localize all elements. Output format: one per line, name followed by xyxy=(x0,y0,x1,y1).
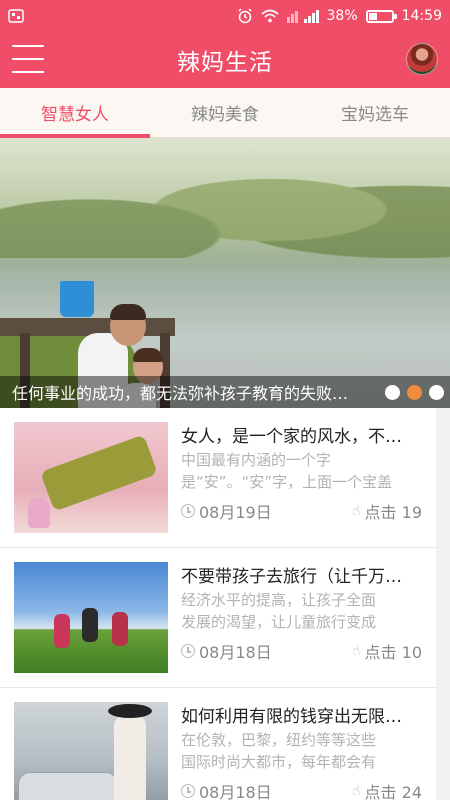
article-item[interactable]: 女人，是一个家的风水，不… 中国最有内涵的一个字 是“安”。“安”字，上面一个宝… xyxy=(0,408,436,548)
tab-smart-woman[interactable]: 智慧女人 xyxy=(0,88,150,138)
article-list: 女人，是一个家的风水，不… 中国最有内涵的一个字 是“安”。“安”字，上面一个宝… xyxy=(0,408,450,800)
battery-fill xyxy=(368,12,377,20)
tab-mom-food[interactable]: 辣妈美食 xyxy=(150,88,300,137)
menu-icon[interactable] xyxy=(12,45,44,73)
carousel-dots xyxy=(385,385,444,400)
article-date: 08月19日 xyxy=(181,499,272,523)
clock-time: 14:59 xyxy=(401,8,442,24)
clock-icon xyxy=(181,784,195,798)
article-thumbnail xyxy=(14,422,168,533)
banner-carousel[interactable]: 任何事业的成功，都无法弥补孩子教育的失败… xyxy=(0,138,450,408)
hand-pointer-icon: ☝ xyxy=(352,503,361,519)
article-clicks: ☝ 点击 24 xyxy=(352,783,422,800)
carousel-dot[interactable] xyxy=(385,385,400,400)
screenshot-icon xyxy=(8,9,24,23)
clock-icon xyxy=(181,644,195,658)
hand-pointer-icon: ☝ xyxy=(352,643,361,659)
battery-icon xyxy=(365,9,397,23)
article-item[interactable]: 不要带孩子去旅行（让千万… 经济水平的提高，让孩子全面 发展的渴望，让儿童旅行变… xyxy=(0,548,436,688)
article-item[interactable]: 如何利用有限的钱穿出无限… 在伦敦，巴黎，纽约等等这些 国际时尚大都市，每年都会… xyxy=(0,688,436,800)
article-title: 女人，是一个家的风水，不… xyxy=(181,427,402,447)
article-summary: 中国最有内涵的一个字 是“安”。“安”字，上面一个宝盖 xyxy=(181,451,393,491)
status-bar: 38% 14:59 xyxy=(0,0,450,32)
app-title: 辣妈生活 xyxy=(177,50,273,76)
avatar[interactable] xyxy=(406,43,438,75)
battery-percentage: 38% xyxy=(326,8,358,24)
tab-bar: 智慧女人 辣妈美食 宝妈选车 xyxy=(0,88,450,138)
app-header: 辣妈生活 xyxy=(0,32,450,88)
carousel-dot[interactable] xyxy=(429,385,444,400)
article-date: 08月18日 xyxy=(181,639,272,663)
signal-icon xyxy=(286,9,319,23)
banner-caption: 任何事业的成功，都无法弥补孩子教育的失败… xyxy=(0,376,450,408)
alarm-icon xyxy=(237,8,253,24)
article-clicks: ☝ 点击 19 xyxy=(352,503,422,522)
article-date: 08月18日 xyxy=(181,779,272,800)
article-clicks: ☝ 点击 10 xyxy=(352,643,422,662)
banner-image xyxy=(0,138,450,258)
article-title: 不要带孩子去旅行（让千万… xyxy=(181,567,402,587)
article-summary: 在伦敦，巴黎，纽约等等这些 国际时尚大都市，每年都会有 xyxy=(181,731,377,771)
article-thumbnail xyxy=(14,702,168,800)
tab-mom-cars[interactable]: 宝妈选车 xyxy=(300,88,450,137)
article-thumbnail xyxy=(14,562,168,673)
article-summary: 经济水平的提高，让孩子全面 发展的渴望，让儿童旅行变成 xyxy=(181,591,377,631)
carousel-dot-active[interactable] xyxy=(407,385,422,400)
banner-caption-text: 任何事业的成功，都无法弥补孩子教育的失败… xyxy=(12,384,349,403)
wifi-icon xyxy=(260,9,279,23)
hand-pointer-icon: ☝ xyxy=(352,783,361,799)
clock-icon xyxy=(181,504,195,518)
article-title: 如何利用有限的钱穿出无限… xyxy=(181,707,402,727)
